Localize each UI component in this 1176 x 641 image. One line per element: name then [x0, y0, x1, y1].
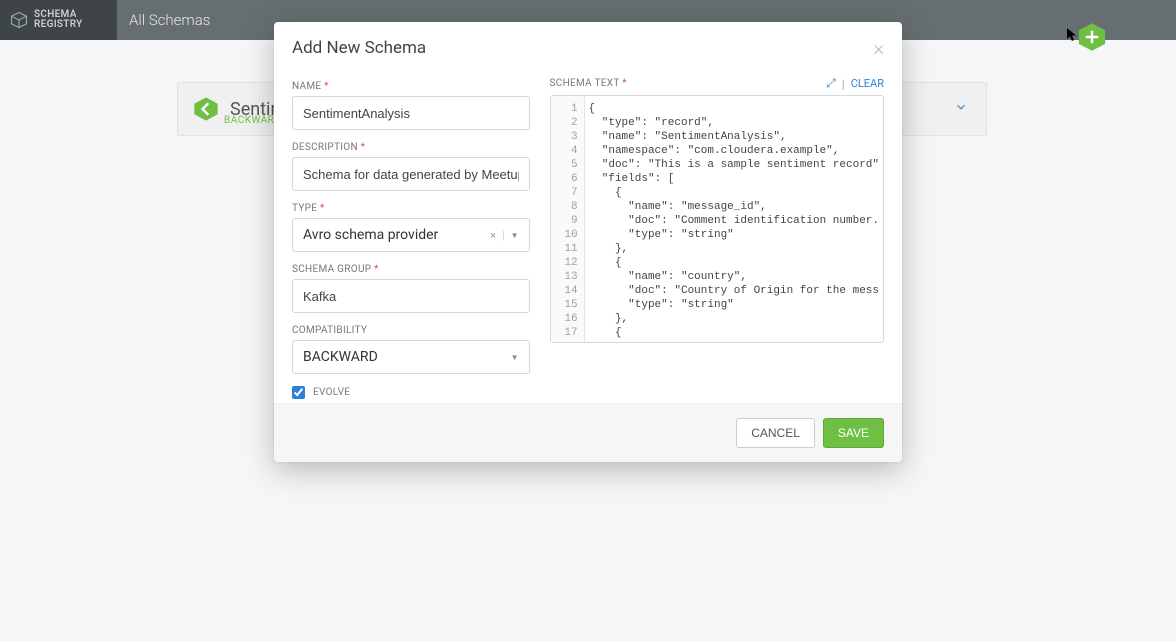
line-number: 7 [553, 186, 578, 200]
name-input[interactable] [292, 96, 530, 130]
schema-text-header: SCHEMA TEXT * ⤢ | CLEAR [550, 76, 884, 91]
form-left-col: NAME * DESCRIPTION * TYPE * Avro schema … [292, 76, 530, 399]
required-star: * [361, 142, 366, 153]
label-text: SCHEMA TEXT [550, 78, 620, 89]
label-schema-group: SCHEMA GROUP * [292, 264, 530, 275]
label-text: DESCRIPTION [292, 142, 358, 153]
caret-down-icon: ▼ [511, 231, 519, 240]
field-name: NAME * [292, 81, 530, 130]
required-star: * [374, 264, 379, 275]
compatibility-value: BACKWARD [303, 349, 378, 365]
modal-header: Add New Schema × [274, 22, 902, 70]
line-number: 17 [553, 326, 578, 340]
line-number: 15 [553, 298, 578, 312]
line-gutter: 1234567891011121314151617 [551, 96, 585, 342]
code-line: "type": "string" [589, 298, 879, 312]
code-line: "fields": [ [589, 172, 879, 186]
code-line: "name": "country", [589, 270, 879, 284]
code-line: "doc": "Comment identification number. [589, 214, 879, 228]
label-text: SCHEMA GROUP [292, 264, 371, 275]
schema-text-editor[interactable]: 1234567891011121314151617 { "type": "rec… [550, 95, 884, 343]
code-line: { [589, 326, 879, 340]
code-line: "name": "SentimentAnalysis", [589, 130, 879, 144]
code-line: "name": "message_id", [589, 200, 879, 214]
label-schema-text: SCHEMA TEXT * [550, 78, 627, 89]
label-text: TYPE [292, 203, 317, 214]
line-number: 4 [553, 144, 578, 158]
label-text: NAME [292, 81, 321, 92]
type-select[interactable]: Avro schema provider × | ▼ [292, 218, 530, 252]
code-line: { [589, 256, 879, 270]
modal-body: NAME * DESCRIPTION * TYPE * Avro schema … [274, 70, 902, 403]
save-button[interactable]: SAVE [823, 418, 884, 448]
field-schema-group: SCHEMA GROUP * [292, 264, 530, 313]
line-number: 14 [553, 284, 578, 298]
code-line: }, [589, 242, 879, 256]
label-compatibility: COMPATIBILITY [292, 325, 530, 336]
type-value: Avro schema provider [303, 227, 438, 243]
chevron-down-icon[interactable] [954, 100, 968, 118]
field-type: TYPE * Avro schema provider × | ▼ [292, 203, 530, 252]
select-divider: | [502, 229, 505, 242]
add-schema-button[interactable] [1077, 22, 1107, 52]
description-input[interactable] [292, 157, 530, 191]
line-number: 12 [553, 256, 578, 270]
line-number: 13 [553, 270, 578, 284]
modal-title: Add New Schema [292, 38, 426, 58]
line-number: 3 [553, 130, 578, 144]
line-number: 2 [553, 116, 578, 130]
code-line: "type": "record", [589, 116, 879, 130]
caret-down-icon: ▼ [511, 353, 519, 362]
modal-footer: CANCEL SAVE [274, 403, 902, 462]
code-line: "type": "string" [589, 228, 879, 242]
clear-type-icon[interactable]: × [490, 229, 496, 242]
code-line: }, [589, 312, 879, 326]
code-line: "doc": "Country of Origin for the mess [589, 284, 879, 298]
required-star: * [324, 81, 329, 92]
clear-link[interactable]: CLEAR [851, 77, 884, 90]
app-logo[interactable]: SCHEMA REGISTRY [0, 0, 117, 40]
line-number: 16 [553, 312, 578, 326]
logo-text-line2: REGISTRY [34, 20, 83, 30]
schema-group-input[interactable] [292, 279, 530, 313]
line-number: 10 [553, 228, 578, 242]
label-evolve: EVOLVE [313, 387, 350, 398]
label-name: NAME * [292, 81, 530, 92]
card-compat: BACKWARD [224, 115, 281, 126]
code-line: { [589, 102, 879, 116]
divider: | [842, 77, 845, 91]
expand-icon[interactable]: ⤢ [826, 76, 836, 91]
code-line: { [589, 186, 879, 200]
cursor-icon [1067, 28, 1078, 42]
field-evolve: EVOLVE [292, 386, 530, 399]
required-star: * [320, 203, 325, 214]
compatibility-select[interactable]: BACKWARD ▼ [292, 340, 530, 374]
code-content: { "type": "record", "name": "SentimentAn… [585, 96, 883, 342]
code-line: "namespace": "com.cloudera.example", [589, 144, 879, 158]
evolve-checkbox[interactable] [292, 386, 305, 399]
field-compatibility: COMPATIBILITY BACKWARD ▼ [292, 325, 530, 374]
cancel-button[interactable]: CANCEL [736, 418, 815, 448]
line-number: 5 [553, 158, 578, 172]
line-number: 6 [553, 172, 578, 186]
line-number: 8 [553, 200, 578, 214]
cube-icon [10, 11, 28, 29]
line-number: 1 [553, 102, 578, 116]
label-description: DESCRIPTION * [292, 142, 530, 153]
label-type: TYPE * [292, 203, 530, 214]
page-title: All Schemas [129, 11, 210, 29]
field-description: DESCRIPTION * [292, 142, 530, 191]
line-number: 9 [553, 214, 578, 228]
form-right-col: SCHEMA TEXT * ⤢ | CLEAR 1234567891011121… [550, 76, 884, 399]
add-schema-modal: Add New Schema × NAME * DESCRIPTION * TY… [274, 22, 902, 462]
required-star: * [622, 78, 627, 89]
line-number: 11 [553, 242, 578, 256]
close-icon[interactable]: × [874, 36, 884, 60]
logo-text: SCHEMA REGISTRY [34, 10, 83, 30]
code-line: "doc": "This is a sample sentiment recor… [589, 158, 879, 172]
back-hex-icon [192, 95, 220, 123]
